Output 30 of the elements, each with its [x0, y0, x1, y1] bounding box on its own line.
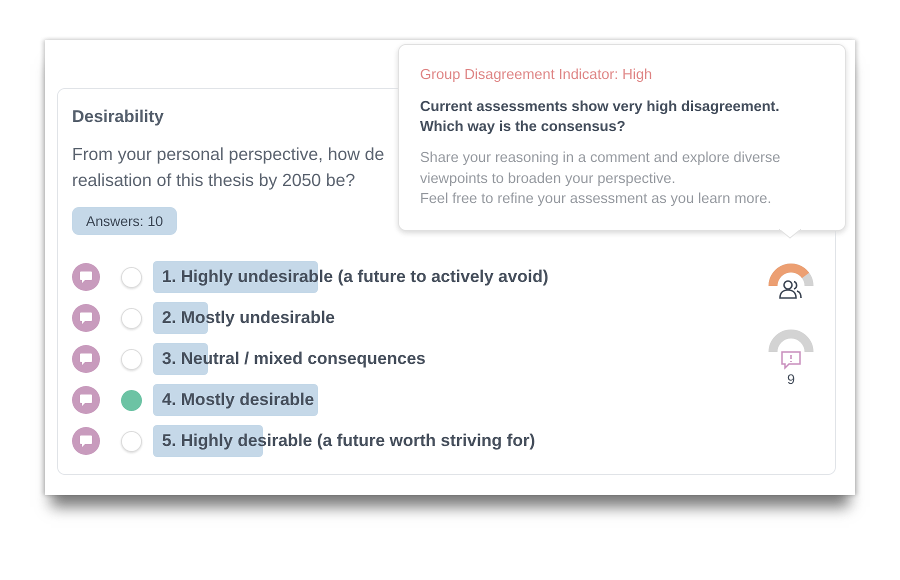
option-label[interactable]: 5. Highly desirable (a future worth striving for)	[153, 431, 536, 451]
speech-bubble-icon	[79, 393, 93, 407]
speech-bubble-icon	[79, 311, 93, 325]
tooltip-headline: Current assessments show very high disagreement.	[420, 98, 780, 117]
speech-bubble-icon	[79, 270, 93, 284]
comment-button[interactable]	[72, 427, 100, 455]
speech-bubble-icon	[79, 352, 93, 366]
tooltip-text: Share your reasoning in a comment and explore diverse viewpoints to broaden your perspective.	[420, 149, 782, 188]
radio-button[interactable]	[121, 390, 142, 410]
option-label[interactable]: 2. Mostly undesirable	[153, 308, 335, 328]
comment-button[interactable]	[72, 345, 100, 373]
card-title: Desirability	[72, 107, 164, 127]
answers-count: Answers: 10	[72, 207, 178, 235]
tooltip-text: Feel free to refine your assessment as you learn more.	[420, 190, 772, 209]
radio-button[interactable]	[121, 348, 142, 370]
tooltip-headline: Which way is the consensus?	[420, 118, 626, 137]
option-label[interactable]: 4. Mostly desirable	[153, 390, 314, 410]
comment-button[interactable]	[72, 386, 100, 414]
tooltip-title: Group Disagreement Indicator: High	[420, 67, 654, 83]
speech-bubble-icon	[79, 434, 93, 448]
radio-button[interactable]	[121, 266, 142, 288]
comment-button[interactable]	[72, 304, 100, 332]
question-text: realisation of this thesis by 2050 be?	[72, 169, 356, 192]
comment-count: 9	[787, 371, 795, 387]
option-label[interactable]: 1. Highly undesirable (a future to actively avoid)	[153, 267, 548, 287]
radio-button[interactable]	[121, 308, 142, 328]
comment-button[interactable]	[72, 263, 100, 291]
question-text: From your personal perspective, how de	[72, 143, 384, 166]
radio-button[interactable]	[121, 430, 142, 452]
option-label[interactable]: 3. Neutral / mixed consequences	[153, 349, 426, 369]
